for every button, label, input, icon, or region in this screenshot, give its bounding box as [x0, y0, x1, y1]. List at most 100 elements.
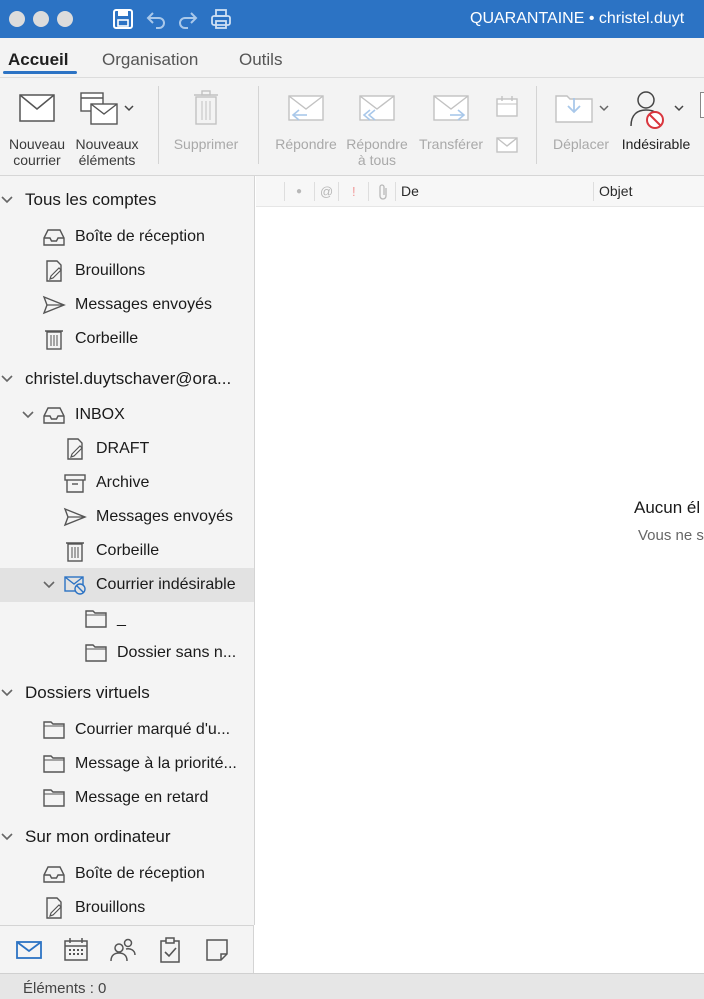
- ribbon-tabs: Accueil Organisation Outils: [0, 38, 704, 78]
- move-label: Déplacer: [552, 136, 610, 152]
- undo-icon[interactable]: [144, 7, 168, 31]
- section-on-my-computer[interactable]: Sur mon ordinateur: [0, 820, 254, 854]
- folder-icon: [43, 755, 65, 773]
- section-title: Sur mon ordinateur: [25, 827, 171, 846]
- folder-inbox-account[interactable]: INBOX: [0, 398, 254, 432]
- move-button[interactable]: Déplacer: [544, 78, 618, 174]
- chevron-down-icon: [674, 105, 684, 112]
- folder-archive[interactable]: Archive: [0, 466, 254, 500]
- print-icon[interactable]: [209, 7, 233, 31]
- smart-folder-overdue[interactable]: Message en retard: [0, 781, 254, 815]
- junk-button[interactable]: Indésirable: [616, 78, 696, 174]
- reply-label: Répondre: [275, 136, 337, 152]
- more-ribbon-button[interactable]: [698, 78, 704, 174]
- folder-drafts-local[interactable]: Brouillons: [0, 891, 254, 925]
- folder-sent[interactable]: Messages envoyés: [0, 288, 254, 322]
- tab-organisation[interactable]: Organisation: [102, 50, 198, 70]
- priority-column[interactable]: !: [352, 184, 356, 199]
- attachment-icon[interactable]: [377, 183, 389, 201]
- close-window-button[interactable]: [9, 11, 25, 27]
- archive-icon: [64, 474, 86, 493]
- tab-outils[interactable]: Outils: [239, 50, 282, 70]
- attachment-reply-icon: [496, 137, 518, 153]
- chevron-down-icon[interactable]: [0, 193, 14, 207]
- ribbon-divider: [158, 86, 159, 164]
- tasks-icon[interactable]: [156, 936, 184, 964]
- folder-sent-account[interactable]: Messages envoyés: [0, 500, 254, 534]
- meeting-icon: [496, 96, 518, 117]
- notes-icon[interactable]: [203, 936, 231, 964]
- zoom-window-button[interactable]: [57, 11, 73, 27]
- ribbon-divider: [536, 86, 537, 164]
- folder-label: Dossier sans n...: [117, 644, 237, 661]
- chevron-down-icon[interactable]: [21, 408, 35, 422]
- column-divider: [395, 182, 396, 201]
- chevron-down-icon[interactable]: [0, 830, 14, 844]
- mention-column[interactable]: @: [320, 184, 333, 199]
- reply-button[interactable]: Répondre: [266, 78, 346, 174]
- inbox-icon: [43, 407, 65, 424]
- redo-icon[interactable]: [176, 7, 200, 31]
- minimize-window-button[interactable]: [33, 11, 49, 27]
- empty-list-title: Aucun él: [634, 498, 701, 517]
- meeting-button[interactable]: [490, 78, 524, 174]
- smart-folder-priority[interactable]: Message à la priorité...: [0, 747, 254, 781]
- folder-trash[interactable]: Corbeille: [0, 322, 254, 356]
- column-subject[interactable]: Objet: [599, 183, 632, 199]
- folder-pane: Tous les comptes Boîte de réception Brou…: [0, 176, 255, 925]
- junk-person-icon: [630, 91, 664, 129]
- save-icon[interactable]: [111, 7, 135, 31]
- smart-folder-flagged[interactable]: Courrier marqué d'u...: [0, 713, 254, 747]
- new-items-label-1: Nouveaux: [75, 136, 139, 152]
- calendar-icon[interactable]: [62, 936, 90, 964]
- new-items-label-2: éléments: [78, 152, 136, 168]
- reply-all-button[interactable]: Répondre à tous: [340, 78, 414, 174]
- forward-label: Transférer: [418, 136, 484, 152]
- folder-untitled[interactable]: Dossier sans n...: [0, 636, 254, 670]
- inbox-icon: [43, 866, 65, 883]
- section-all-accounts[interactable]: Tous les comptes: [0, 183, 254, 217]
- folder-inbox[interactable]: Boîte de réception: [0, 220, 254, 254]
- message-list-header: ● @ ! De Objet: [256, 176, 704, 207]
- section-account[interactable]: christel.duytschaver@ora...: [0, 362, 254, 396]
- inbox-icon: [43, 229, 65, 246]
- new-items-button[interactable]: Nouveaux éléments: [74, 78, 140, 174]
- reply-all-label-2: à tous: [357, 152, 397, 168]
- folder-drafts[interactable]: Brouillons: [0, 254, 254, 288]
- people-icon[interactable]: [109, 936, 137, 964]
- chevron-down-icon[interactable]: [0, 372, 14, 386]
- folder-label: Courrier indésirable: [96, 576, 236, 593]
- forward-button[interactable]: Transférer: [414, 78, 488, 174]
- new-mail-button[interactable]: Nouveau courrier: [0, 78, 74, 174]
- chevron-down-icon[interactable]: [42, 578, 56, 592]
- read-status-column[interactable]: ●: [296, 186, 302, 197]
- column-from[interactable]: De: [401, 183, 419, 199]
- folder-label: Boîte de réception: [75, 228, 205, 245]
- folder-trash-account[interactable]: Corbeille: [0, 534, 254, 568]
- folder-label: Boîte de réception: [75, 865, 205, 882]
- folder-label: Archive: [96, 474, 150, 491]
- section-smart-folders[interactable]: Dossiers virtuels: [0, 676, 254, 710]
- delete-button[interactable]: Supprimer: [166, 78, 246, 174]
- title-bar: QUARANTAINE • christel.duyt: [0, 0, 704, 38]
- column-divider: [314, 182, 315, 201]
- item-count: Éléments : 0: [23, 980, 107, 997]
- folder-junk[interactable]: Courrier indésirable: [0, 568, 254, 602]
- folder-label: Message à la priorité...: [75, 755, 237, 772]
- folder-underscore[interactable]: _: [0, 602, 254, 636]
- new-mail-label-2: courrier: [13, 152, 61, 168]
- message-list[interactable]: [256, 207, 704, 973]
- folder-draft[interactable]: DRAFT: [0, 432, 254, 466]
- folder-inbox-local[interactable]: Boîte de réception: [0, 857, 254, 891]
- folder-icon: [43, 789, 65, 807]
- folder-label: Courrier marqué d'u...: [75, 721, 231, 738]
- column-divider: [338, 182, 339, 201]
- folder-icon: [85, 610, 107, 628]
- column-divider: [368, 182, 369, 201]
- tab-accueil[interactable]: Accueil: [8, 50, 68, 70]
- mail-icon[interactable]: [15, 936, 43, 964]
- chevron-down-icon[interactable]: [0, 686, 14, 700]
- reply-all-label-1: Répondre: [346, 136, 408, 152]
- column-divider: [593, 182, 594, 201]
- sent-icon: [42, 295, 66, 315]
